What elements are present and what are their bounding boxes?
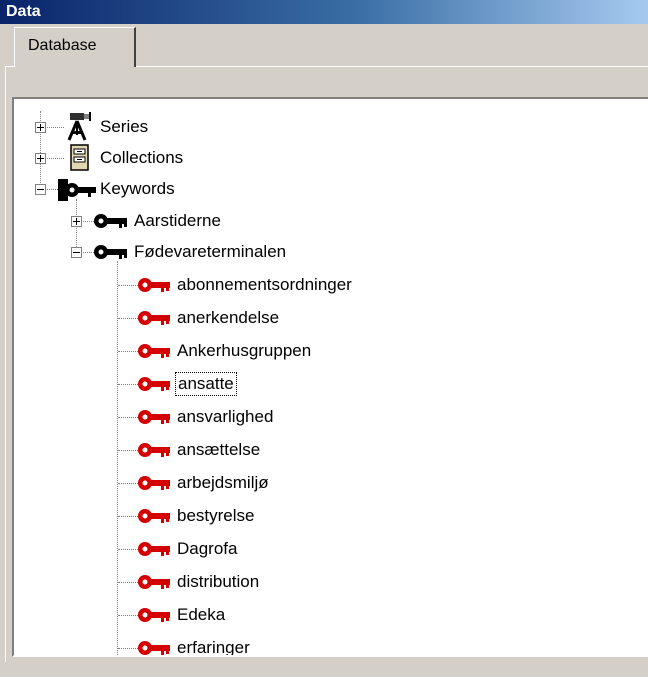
tree-item-aarstiderne[interactable]: Aarstiderne [134,211,221,231]
tree-item-keyword[interactable]: distribution [177,572,259,592]
tree-item-keyword-selected[interactable]: ansatte [175,372,237,396]
tree-item-keyword[interactable]: anerkendelse [177,308,279,328]
tree-item-series[interactable]: Series [100,117,148,137]
key-red-icon [138,476,170,490]
key-red-icon [138,410,170,424]
tree-item-keyword[interactable]: ansættelse [177,440,260,460]
key-red-icon [138,608,170,622]
status-bar [0,662,648,677]
key-red-icon [138,542,170,556]
tree-item-keyword[interactable]: bestyrelse [177,506,254,526]
collapse-fodevareterminalen-button[interactable] [71,247,82,258]
tree-item-keyword[interactable]: Edeka [177,605,225,625]
key-black-icon [94,245,127,259]
key-black-icon [58,179,96,201]
key-red-icon [138,311,170,325]
key-red-icon [138,575,170,589]
tree-item-keywords[interactable]: Keywords [100,179,175,199]
key-red-icon [138,278,170,292]
key-red-icon [138,443,170,457]
file-cabinet-icon [70,144,89,171]
tree-item-keyword[interactable]: erfaringer [177,638,250,655]
tree-item-keyword[interactable]: Dagrofa [177,539,237,559]
expand-collections-button[interactable] [35,153,46,164]
tree-item-collections[interactable]: Collections [100,148,183,168]
tree-item-keyword[interactable]: ansvarlighed [177,407,273,427]
tree-item-keyword[interactable]: Ankerhusgruppen [177,341,311,361]
key-red-icon [138,641,170,655]
tree-item-keyword[interactable]: arbejdsmiljø [177,473,269,493]
collapse-keywords-button[interactable] [35,184,46,195]
keyword-tree[interactable]: Series Collections Keywords Aarstiderne [12,97,648,657]
tree-item-keyword[interactable]: abonnementsordninger [177,275,352,295]
tree-item-fodevareterminalen[interactable]: Fødevareterminalen [134,242,286,262]
window-title: Data [0,0,648,24]
key-red-icon [138,509,170,523]
expand-aarstiderne-button[interactable] [71,216,82,227]
key-red-icon [138,377,170,391]
tab-database[interactable]: Database [14,27,136,67]
key-red-icon [138,344,170,358]
expand-series-button[interactable] [35,122,46,133]
key-black-icon [94,214,127,228]
tab-database-label: Database [28,37,97,54]
camera-stand-icon [67,112,91,141]
